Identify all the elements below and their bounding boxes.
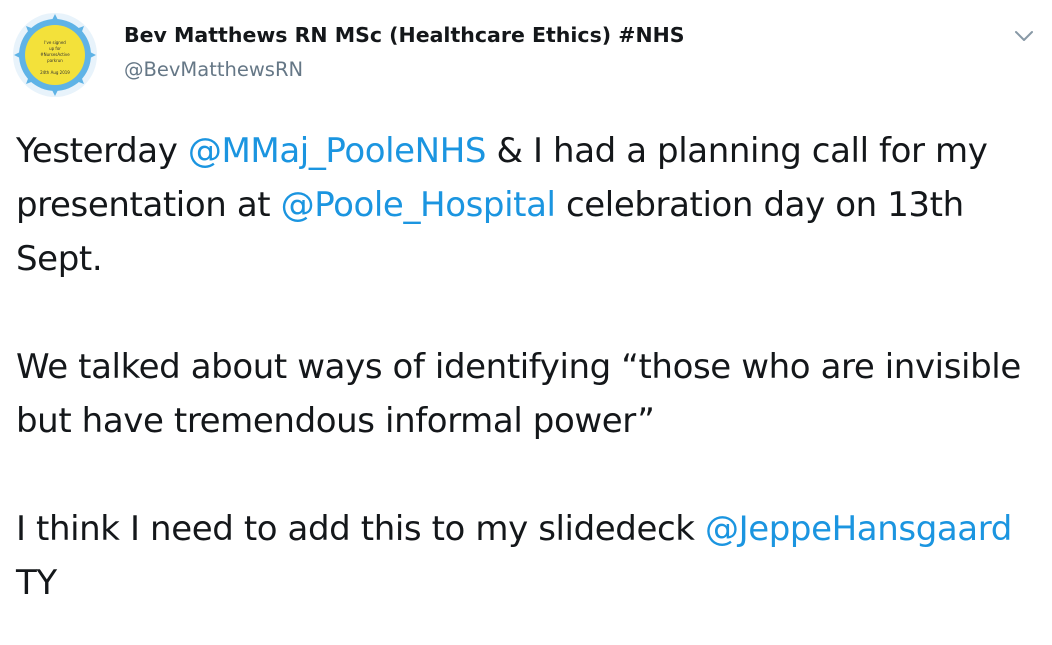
avatar-line: 24th Aug 2019 — [40, 70, 70, 75]
avatar[interactable]: I've signed up for #NursesActive parkrun… — [12, 12, 98, 98]
tweet-paragraph: We talked about ways of identifying “tho… — [16, 340, 1046, 448]
tweet-text-segment: I think I need to add this to my slidede… — [16, 509, 705, 549]
tweet-text: Yesterday @MMaj_PooleNHS & I had a plann… — [16, 124, 1046, 610]
tweet-text-segment: Yesterday — [16, 131, 188, 171]
tweet-text-segment: We talked about ways of identifying “tho… — [16, 347, 1021, 441]
tweet-paragraph: Yesterday @MMaj_PooleNHS & I had a plann… — [16, 124, 1046, 286]
avatar-badge-text: I've signed up for #NursesActive parkrun… — [36, 40, 74, 76]
mention-link-poole-hospital[interactable]: @Poole_Hospital — [281, 185, 556, 225]
chevron-down-icon — [1015, 31, 1033, 41]
mention-link-jeppehansgaard[interactable]: @JeppeHansgaard — [705, 509, 1012, 549]
author-display-name[interactable]: Bev Matthews RN MSc (Healthcare Ethics) … — [124, 23, 685, 47]
mention-link-mmaj-poolenhs[interactable]: @MMaj_PooleNHS — [188, 131, 487, 171]
tweet-menu-button[interactable] — [1010, 22, 1038, 50]
tweet-paragraph: I think I need to add this to my slidede… — [16, 502, 1046, 610]
tweet-text-segment: TY — [16, 563, 57, 603]
author-handle[interactable]: @BevMatthewsRN — [124, 58, 303, 81]
